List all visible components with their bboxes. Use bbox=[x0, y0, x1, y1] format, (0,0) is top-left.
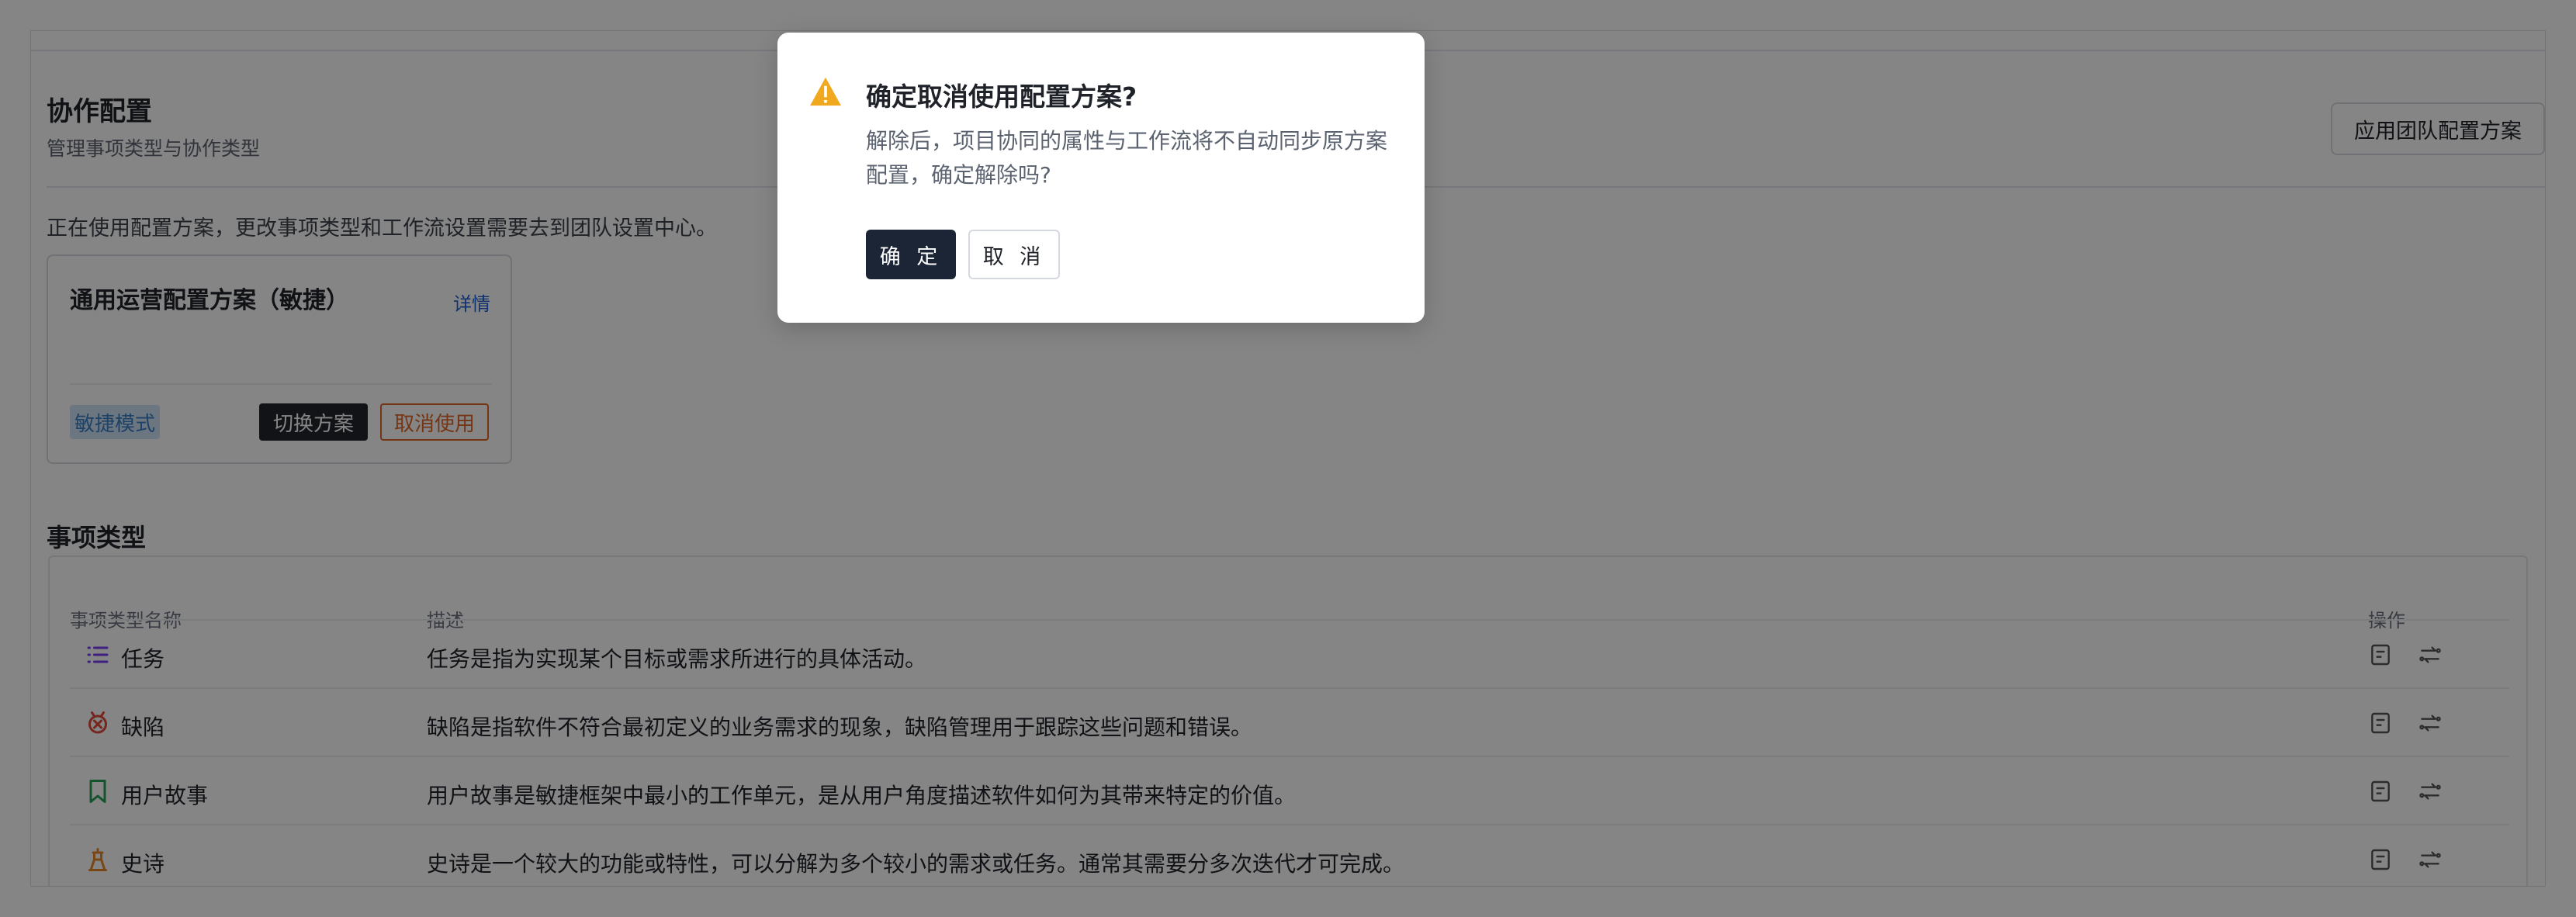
dialog-message: 解除后，项目协同的属性与工作流将不自动同步原方案配置，确定解除吗? bbox=[866, 128, 1388, 188]
dialog-title: 确定取消使用配置方案? bbox=[866, 81, 1137, 112]
confirm-dialog: 确定取消使用配置方案? 解除后，项目协同的属性与工作流将不自动同步原方案配置，确… bbox=[777, 33, 1425, 323]
confirm-button[interactable]: 确 定 bbox=[866, 230, 956, 279]
cancel-button[interactable]: 取 消 bbox=[968, 230, 1060, 279]
warning-icon bbox=[810, 77, 841, 106]
